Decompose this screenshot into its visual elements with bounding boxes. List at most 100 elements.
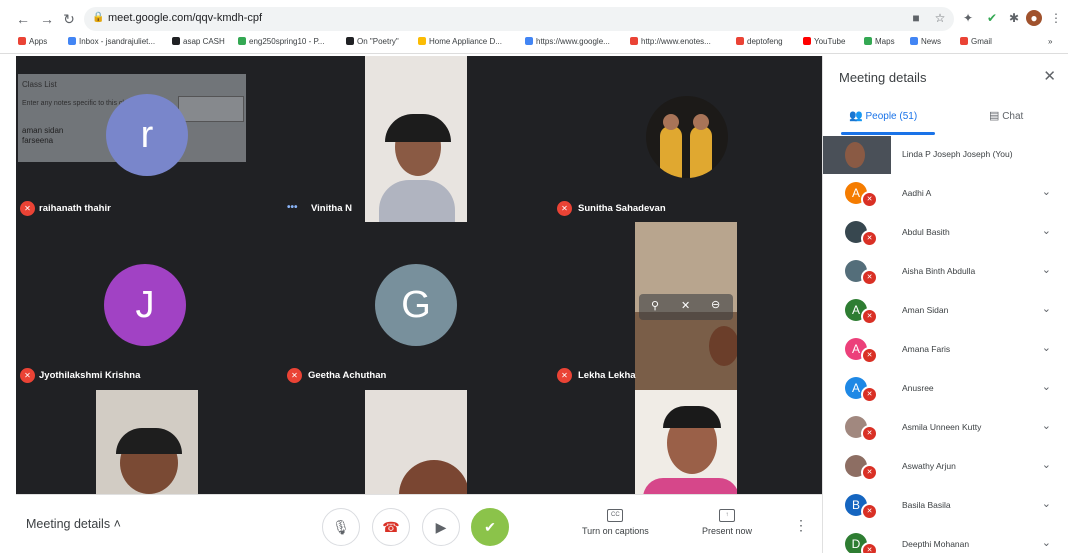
chevron-down-icon[interactable]: ⌄ [1042,380,1051,393]
panel-title: Meeting details [839,70,927,85]
present-button[interactable]: ↑ Present now [702,509,752,536]
bookmark[interactable]: https://www.google... [525,37,610,46]
bookmark[interactable]: News [910,37,941,46]
mic-off-icon: ✕ [557,201,572,216]
bookmark[interactable]: Gmail [960,37,992,46]
browser-toolbar: ← → ↻ 🔒 meet.google.com/qqv-kmdh-cpf ■ ☆… [0,0,1068,38]
captions-label: Turn on captions [582,526,649,536]
profile-avatar[interactable]: ● [1026,10,1042,26]
participant-name: Asmila Unneen Kutty [902,422,982,432]
address-bar[interactable]: 🔒 meet.google.com/qqv-kmdh-cpf [84,7,954,31]
participant-row[interactable]: A ✕ Anusree ⌄ [823,370,1068,409]
remove-icon[interactable]: ⊖ [711,298,720,311]
chevron-down-icon[interactable]: ⌄ [1042,302,1051,315]
chevron-down-icon[interactable]: ⌄ [1042,419,1051,432]
chevron-down-icon[interactable]: ⌄ [1042,224,1051,237]
chevron-down-icon[interactable]: ⌄ [1042,185,1051,198]
close-icon[interactable]: ✕ [1043,67,1056,85]
participant-tile[interactable] [281,390,551,494]
attendance-extension-button[interactable]: ✔ [471,508,509,546]
tab-chat[interactable]: ▤ Chat [989,109,1023,122]
bookmark[interactable]: eng250spring10 - P... [238,37,324,46]
photo-figure [660,126,682,178]
leave-call-button[interactable]: ☎ [372,508,410,546]
youtube-icon [803,37,811,45]
chevron-down-icon[interactable]: ⌄ [1042,497,1051,510]
camera-indicator-icon[interactable]: ■ [908,10,924,26]
overlay-button[interactable] [178,96,244,122]
captions-icon: CC [607,509,624,522]
chevron-down-icon[interactable]: ⌄ [1042,458,1051,471]
bookmark[interactable]: Maps [864,37,895,46]
participant-tile[interactable] [16,390,281,494]
camera-button[interactable]: ▶ [422,508,460,546]
video-feed [365,56,467,222]
microphone-button[interactable]: 🎙 [322,508,360,546]
bookmark[interactable]: http://www.enotes... [630,37,711,46]
participant-row[interactable]: A ✕ Amana Faris ⌄ [823,331,1068,370]
check-extension-icon[interactable]: ✔ [984,10,1000,26]
bookmark-label: Gmail [971,37,992,46]
star-icon[interactable]: ☆ [932,10,948,26]
pin-icon[interactable]: ✱ [1006,10,1022,26]
forward-icon[interactable]: → [38,10,56,28]
avatar: G [375,264,457,346]
participant-row[interactable]: D ✕ Deepthi Mohanan ⌄ [823,526,1068,553]
participant-tile[interactable]: ⚲ ✕ ⊖ ✕ Lekha Lekha [551,222,822,390]
participant-row[interactable]: B ✕ Basila Basila ⌄ [823,487,1068,526]
person-clothes [643,478,737,494]
bookmark[interactable]: On "Poetry" [346,37,399,46]
participant-name: Deepthi Mohanan [902,539,970,549]
participant-name: Geetha Achuthan [308,370,387,381]
meeting-details-button[interactable]: Meeting details ˄ [26,517,121,531]
captions-button[interactable]: CC Turn on captions [582,509,649,536]
bookmark[interactable]: Apps [18,37,47,46]
photo-figure [690,126,712,178]
more-bookmarks-icon[interactable]: » [1048,37,1052,46]
speaking-indicator-icon: ••• [287,202,298,213]
participant-name: Aisha Binth Abdulla [902,266,976,276]
more-options-icon[interactable]: ⋮ [794,517,808,534]
bookmarks-bar: Apps Inbox - jsandrajuliet... asap CASH … [0,34,1068,54]
participant-tile[interactable]: G ✕ Geetha Achuthan [281,222,551,390]
chevron-down-icon[interactable]: ⌄ [1042,263,1051,276]
phone-hangup-icon: ☎ [382,519,400,535]
participant-name: Vinitha N [311,203,352,214]
mic-off-icon: ✕ [861,464,878,481]
person-hair [116,428,182,454]
participant-tile[interactable]: ✕ Sunitha Sahadevan [551,56,822,222]
chevron-down-icon[interactable]: ⌄ [1042,536,1051,549]
participant-row[interactable]: ✕ Aisha Binth Abdulla ⌄ [823,253,1068,292]
video-grid: Class List Enter any notes specific to t… [16,56,822,494]
participant-tile[interactable]: Class List Enter any notes specific to t… [16,56,281,222]
back-icon[interactable]: ← [14,10,32,28]
mic-off-icon: ✕ [287,368,302,383]
maps-icon [864,37,872,45]
bookmark[interactable]: deptofeng [736,37,783,46]
participant-row[interactable]: Linda P Joseph Joseph (You) [823,136,1068,175]
tab-people[interactable]: 👥 People (51) [849,109,917,122]
participant-row[interactable]: A ✕ Aadhi A ⌄ [823,175,1068,214]
reload-icon[interactable]: ↻ [60,10,78,28]
menu-icon[interactable]: ⋮ [1048,10,1064,26]
active-tab-indicator [841,132,935,135]
participant-tile[interactable]: ••• Vinitha N [281,56,551,222]
mic-off-icon: ✕ [861,386,878,403]
bookmark[interactable]: Home Appliance D... [418,37,502,46]
participant-tile[interactable] [551,390,822,494]
bookmark[interactable]: YouTube [803,37,845,46]
participant-row[interactable]: ✕ Aswathy Arjun ⌄ [823,448,1068,487]
tab-label: People (51) [865,111,918,122]
bookmark[interactable]: Inbox - jsandrajuliet... [68,37,155,46]
person-hair [663,406,721,428]
participant-row[interactable]: ✕ Abdul Basith ⌄ [823,214,1068,253]
bookmark[interactable]: asap CASH [172,37,225,46]
mute-icon[interactable]: ✕ [681,299,690,312]
participant-tile[interactable]: J ✕ Jyothilakshmi Krishna [16,222,281,390]
participant-row[interactable]: ✕ Asmila Unneen Kutty ⌄ [823,409,1068,448]
extension-icon[interactable]: ✦ [960,10,976,26]
chevron-down-icon[interactable]: ⌄ [1042,341,1051,354]
microphone-icon: 🎙 [332,519,350,535]
participant-row[interactable]: A ✕ Aman Sidan ⌄ [823,292,1068,331]
pin-icon[interactable]: ⚲ [651,299,659,312]
